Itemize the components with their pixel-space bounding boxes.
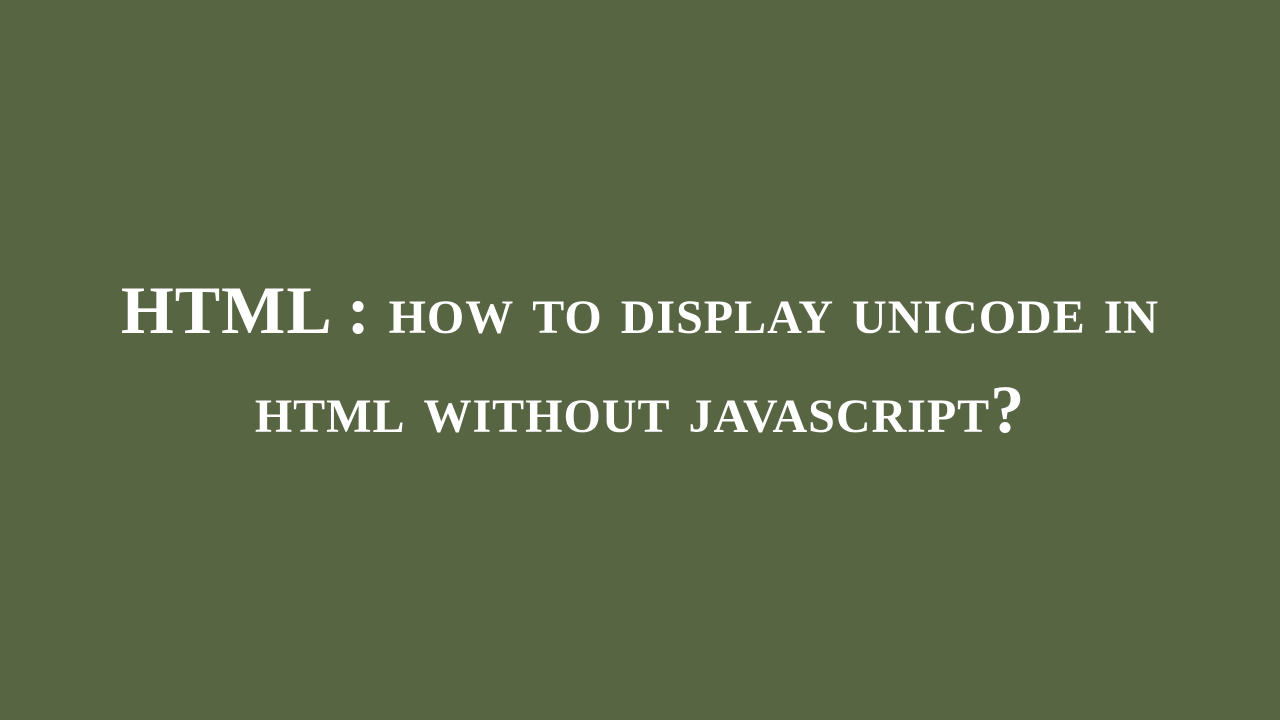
title-prefix: HTML :: [121, 272, 389, 348]
title-text: HTML : how to display unicode in html wi…: [80, 261, 1200, 458]
title-card: HTML : how to display unicode in html wi…: [0, 261, 1280, 458]
title-question: how to display unicode in html without j…: [255, 272, 1159, 447]
